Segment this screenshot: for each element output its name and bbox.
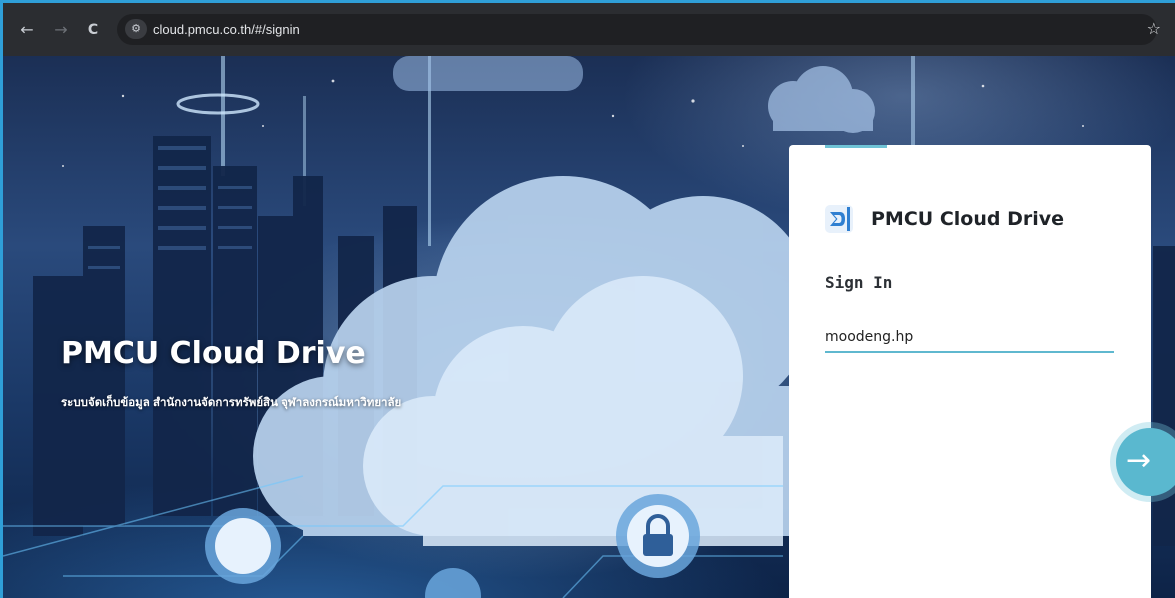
login-card: PMCU Cloud Drive Sign In	[789, 145, 1151, 598]
back-arrow-icon[interactable]: ←	[17, 20, 37, 40]
url-text[interactable]: cloud.pmcu.co.th/#/signin	[153, 22, 300, 37]
submit-arrow-button[interactable]: →	[1116, 428, 1175, 496]
signin-heading: Sign In	[825, 273, 893, 292]
brand-name: PMCU Cloud Drive	[871, 208, 1064, 230]
username-input[interactable]	[825, 323, 1114, 353]
hero-subtitle: ระบบจัดเก็บข้อมูล สำนักงานจัดการทรัพย์สิ…	[61, 397, 402, 409]
reload-icon[interactable]: C	[83, 20, 103, 40]
pmcu-logo-icon	[825, 205, 853, 233]
forward-arrow-icon[interactable]: →	[51, 20, 71, 40]
arrow-right-icon: →	[1126, 443, 1152, 478]
hero-title: PMCU Cloud Drive	[61, 336, 366, 371]
browser-toolbar: ← → C ⚙ cloud.pmcu.co.th/#/signin ☆	[0, 0, 1175, 56]
card-accent-bar	[825, 145, 887, 148]
site-info-icon[interactable]: ⚙	[125, 19, 147, 39]
bookmark-star-icon[interactable]: ☆	[1147, 19, 1161, 38]
address-bar[interactable]: ⚙ cloud.pmcu.co.th/#/signin	[117, 14, 1157, 45]
